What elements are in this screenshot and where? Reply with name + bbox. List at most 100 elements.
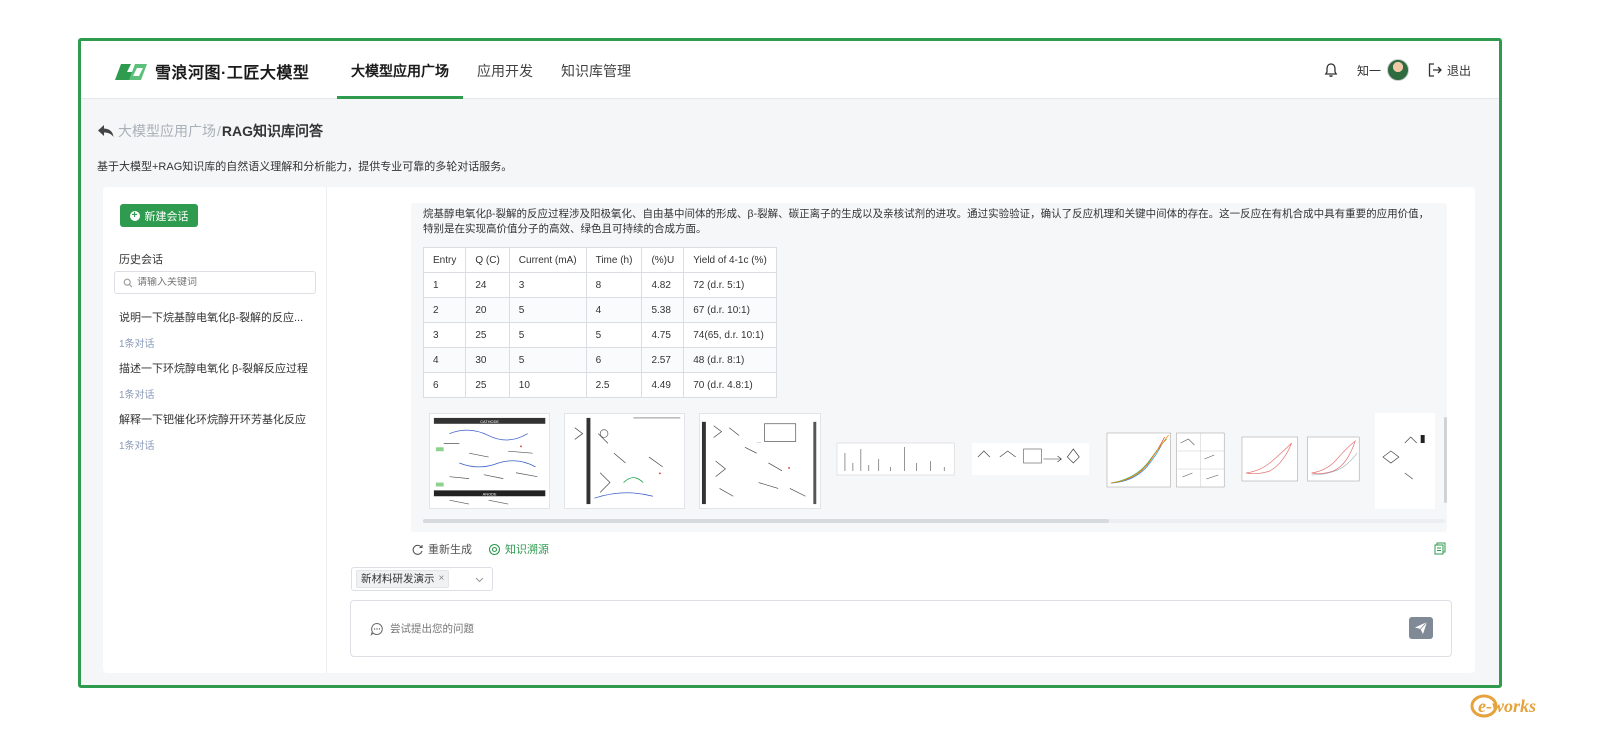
new-chat-button[interactable]: + 新建会话	[120, 204, 198, 227]
regenerate-button[interactable]: 重新生成	[411, 541, 472, 557]
history-search[interactable]	[114, 271, 316, 294]
send-button[interactable]	[1409, 617, 1433, 639]
refresh-icon	[412, 544, 423, 555]
table-cell: 1	[422, 272, 467, 298]
new-chat-label: 新建会话	[144, 210, 189, 223]
column-header: Current (mA)	[508, 247, 587, 273]
figure-mechanism-radical[interactable]: ●	[564, 413, 686, 509]
chat-bubble-icon	[370, 622, 383, 636]
answer-text: 烷基醇电氧化β-裂解的反应过程涉及阳极氧化、自由基中间体的形成、β-裂解、碳正离…	[423, 208, 1430, 235]
breadcrumb-separator: /	[217, 123, 221, 139]
knowledge-base-tag-label: 新材料研发演示	[361, 573, 435, 585]
anode-label: ANODE	[483, 491, 497, 496]
target-icon	[488, 543, 501, 555]
table-cell: 6	[422, 372, 467, 398]
logout-icon[interactable]	[1427, 62, 1443, 78]
conversation-title: 说明一下烷基醇电氧化β-裂解的反应...	[119, 312, 304, 324]
back-arrow-icon[interactable]	[97, 123, 115, 139]
nav-item-app-dev[interactable]: 应用开发	[463, 41, 547, 99]
table-header-row: Entry Q (C) Current (mA) Time (h) (%)U Y…	[422, 247, 777, 273]
table-cell: 5	[508, 347, 587, 373]
answer-scrollbar[interactable]	[1444, 417, 1447, 503]
knowledge-source-button[interactable]: 知识溯源	[488, 541, 549, 557]
nav-item-app-plaza[interactable]: 大模型应用广场	[337, 41, 463, 99]
table-cell: 67 (d.r. 10:1)	[683, 297, 777, 323]
answer-actions: 重新生成 知识溯源	[411, 541, 565, 557]
figure-structure-fragment[interactable]	[1375, 413, 1435, 509]
top-navigation-bar: 雪浪河图·工匠大模型 大模型应用广场 应用开发 知识库管理 知一 退出	[81, 41, 1499, 99]
table-cell: 4	[422, 347, 467, 373]
figure-voltammetry-curves[interactable]	[1105, 413, 1226, 509]
figure-mass-spectrum[interactable]	[835, 413, 956, 509]
figure-mechanism-cathode-anode[interactable]: CATHODE ● ANODE	[429, 413, 551, 509]
breadcrumb-current: RAG知识库问答	[221, 123, 324, 139]
conversation-title: 描述一下环烷醇电氧化 β-裂解反应过程	[119, 363, 309, 375]
list-item[interactable]: 解释一下钯催化环烷醇开环芳基化反应 1条对话	[119, 411, 306, 452]
question-input-box[interactable]	[350, 600, 1452, 657]
question-input[interactable]	[390, 619, 1290, 639]
logo-text: 雪浪河图·工匠大模型	[155, 65, 310, 82]
table-cell: 8	[585, 272, 643, 298]
history-sidebar: + 新建会话 历史会话 说明一下烷基醇电氧化β-裂解的反应... 1条对话 描述…	[103, 187, 327, 673]
figure-mechanism-michael-addition[interactable]: ~~ ●	[699, 413, 821, 509]
table-cell: 4.49	[641, 372, 685, 398]
table-cell: 24	[465, 272, 510, 298]
history-search-input[interactable]	[137, 277, 307, 288]
table-cell: 3	[508, 272, 587, 298]
gallery-scrollbar-thumb[interactable]	[423, 519, 1109, 523]
table-row: 2 20 5 4 5.38 67 (d.r. 10:1)	[422, 297, 777, 323]
column-header: Yield of 4-1c (%)	[683, 247, 777, 273]
table-cell: 74(65, d.r. 10:1)	[683, 322, 777, 348]
table-cell: 4.82	[641, 272, 685, 298]
knowledge-base-select[interactable]: 新材料研发演示 ×	[351, 567, 493, 591]
table-cell: 2.5	[585, 372, 643, 398]
table-cell: 25	[465, 372, 510, 398]
search-icon	[123, 278, 133, 287]
logo-mark-icon	[115, 64, 147, 80]
send-icon	[1415, 621, 1428, 634]
knowledge-source-label: 知识溯源	[505, 544, 549, 556]
logout-label[interactable]: 退出	[1447, 62, 1471, 79]
tag-close-icon[interactable]: ×	[439, 570, 445, 588]
svg-text:●: ●	[659, 471, 662, 476]
figure-reaction-scheme[interactable]	[970, 413, 1091, 509]
table-row: 6 25 10 2.5 4.49 70 (d.r. 4.8:1)	[422, 372, 777, 398]
user-name[interactable]: 知一	[1357, 62, 1381, 79]
breadcrumb: 大模型应用广场 / RAG知识库问答	[97, 121, 323, 141]
table-cell: 5	[508, 297, 587, 323]
conversation-count: 1条对话	[119, 441, 155, 452]
column-header: Q (C)	[465, 247, 510, 273]
copy-icon[interactable]	[1434, 542, 1446, 555]
svg-text:●: ●	[788, 465, 791, 470]
history-title: 历史会话	[119, 254, 163, 266]
list-item[interactable]: 说明一下烷基醇电氧化β-裂解的反应... 1条对话	[119, 309, 303, 350]
table-cell: 6	[585, 347, 643, 373]
table-cell: 4.75	[641, 322, 685, 348]
figure-gallery: CATHODE ● ANODE ● ~~ ●	[429, 413, 1447, 513]
watermark-logo: e-works	[1470, 694, 1536, 718]
figure-cv-plots[interactable]	[1240, 413, 1361, 509]
table-cell: 5	[585, 322, 643, 348]
table-cell: 48 (d.r. 8:1)	[683, 347, 777, 373]
breadcrumb-prev[interactable]: 大模型应用广场	[118, 121, 216, 141]
column-header: Entry	[422, 247, 467, 273]
regenerate-label: 重新生成	[428, 544, 472, 556]
avatar[interactable]	[1386, 59, 1409, 81]
table-cell: 5	[508, 322, 587, 348]
nav-item-kb-manage[interactable]: 知识库管理	[547, 41, 645, 99]
conversation-count: 1条对话	[119, 339, 155, 350]
table-cell: 25	[465, 322, 510, 348]
list-item[interactable]: 描述一下环烷醇电氧化 β-裂解反应过程 1条对话	[119, 360, 308, 401]
bell-icon[interactable]	[1323, 62, 1339, 78]
table-cell: 72 (d.r. 5:1)	[683, 272, 777, 298]
table-cell: 2.57	[641, 347, 685, 373]
table-row: 3 25 5 5 4.75 74(65, d.r. 10:1)	[422, 322, 777, 348]
gallery-scrollbar[interactable]	[423, 519, 1445, 523]
main-nav: 大模型应用广场 应用开发 知识库管理	[337, 41, 645, 99]
table-cell: 30	[465, 347, 510, 373]
table-cell: 20	[465, 297, 510, 323]
app-window: 雪浪河图·工匠大模型 大模型应用广场 应用开发 知识库管理 知一 退出 大模型应…	[78, 38, 1502, 688]
answer-message: 烷基醇电氧化β-裂解的反应过程涉及阳极氧化、自由基中间体的形成、β-裂解、碳正离…	[411, 203, 1447, 532]
logo[interactable]: 雪浪河图·工匠大模型	[111, 59, 309, 83]
cathode-label: CATHODE	[480, 419, 499, 424]
